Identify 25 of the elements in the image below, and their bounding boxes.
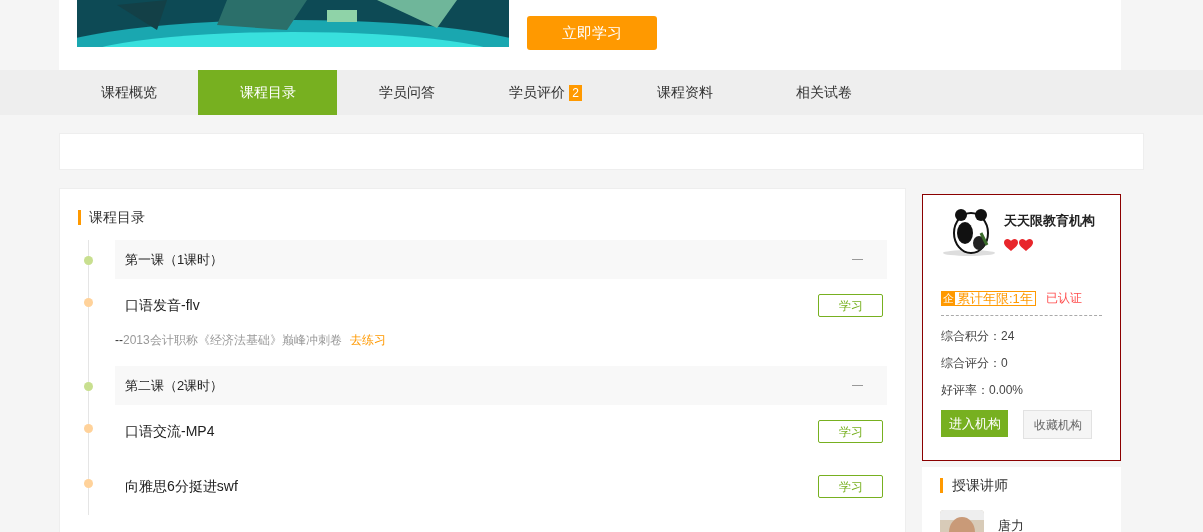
verified-label: 已认证 [1045,290,1082,307]
institution-name: 天天限教育机构 [1004,212,1095,230]
lesson-header[interactable]: 第一课（1课时） [115,240,887,279]
lesson-item-title: 向雅思6分挺进swf [125,477,238,496]
tab[interactable]: 课程概览 [59,70,198,115]
stat-text: 综合评分：0 [941,355,1009,371]
teacher-name: 唐力 [998,517,1024,532]
tab[interactable]: 学员评价 2 [476,70,615,115]
stat-text: 好评率：0.00% [941,382,1025,398]
lesson-item-title: 口语交流-MP4 [125,422,215,441]
stat-text: 综合积分：24 [941,328,1016,344]
favorite-institution-button[interactable]: 收藏机构 [1023,410,1092,439]
exercise-text: --2013会计职称《经济法基础》巅峰冲刺卷 [115,332,342,349]
rating-heart-icon [1019,238,1033,252]
tab[interactable]: 课程资料 [615,70,754,115]
lesson-item-title: 口语发音-flv [125,296,200,315]
panda-avatar [941,207,996,257]
years-badge: 企 累计年限:1年 [941,290,1036,306]
section-title: 授课讲师 [952,476,1008,495]
tab[interactable]: 学员问答 [337,70,476,115]
lesson-header[interactable]: 第二课（2课时） [115,366,887,405]
section-title: 课程目录 [89,208,145,227]
rating-heart-icon [1004,238,1018,252]
count-badge: 2 [569,84,582,101]
tab[interactable]: 相关试卷 [754,70,893,115]
